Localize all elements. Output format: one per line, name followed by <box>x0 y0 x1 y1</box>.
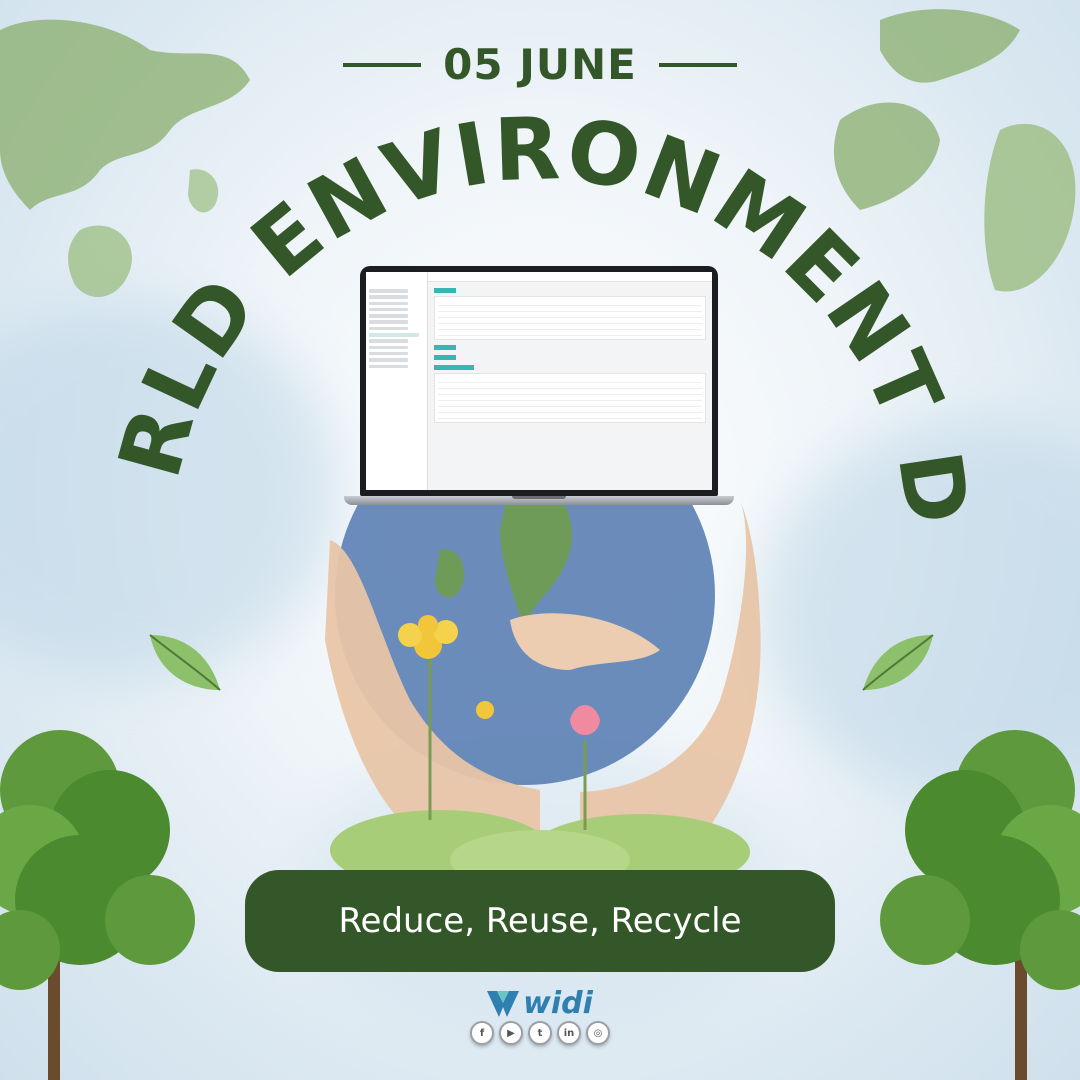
laptop-screen <box>360 266 718 496</box>
app-main <box>428 272 712 490</box>
laptop-base <box>344 496 734 505</box>
app-logo <box>369 275 424 283</box>
brand-mark-icon <box>487 990 520 1017</box>
laptop-mockup <box>344 266 734 505</box>
brand-logo: widi <box>0 986 1080 1021</box>
youtube-icon[interactable]: ▶ <box>499 1021 523 1045</box>
brand-name: widi <box>523 986 593 1021</box>
linkedin-icon[interactable]: in <box>557 1021 581 1045</box>
leaf-right-icon <box>862 634 934 691</box>
poster: 05 JUNE WORLD ENVIRONMENT DAY <box>0 0 1080 1080</box>
app-sidebar <box>366 272 428 490</box>
app-screenshot <box>366 272 712 490</box>
instagram-icon[interactable]: ◎ <box>586 1021 610 1045</box>
social-links: f ▶ t in ◎ <box>0 1021 1080 1045</box>
leaf-left-icon <box>149 634 221 691</box>
slogan-banner: Reduce, Reuse, Recycle <box>245 870 835 972</box>
twitter-icon[interactable]: t <box>528 1021 552 1045</box>
facebook-icon[interactable]: f <box>470 1021 494 1045</box>
